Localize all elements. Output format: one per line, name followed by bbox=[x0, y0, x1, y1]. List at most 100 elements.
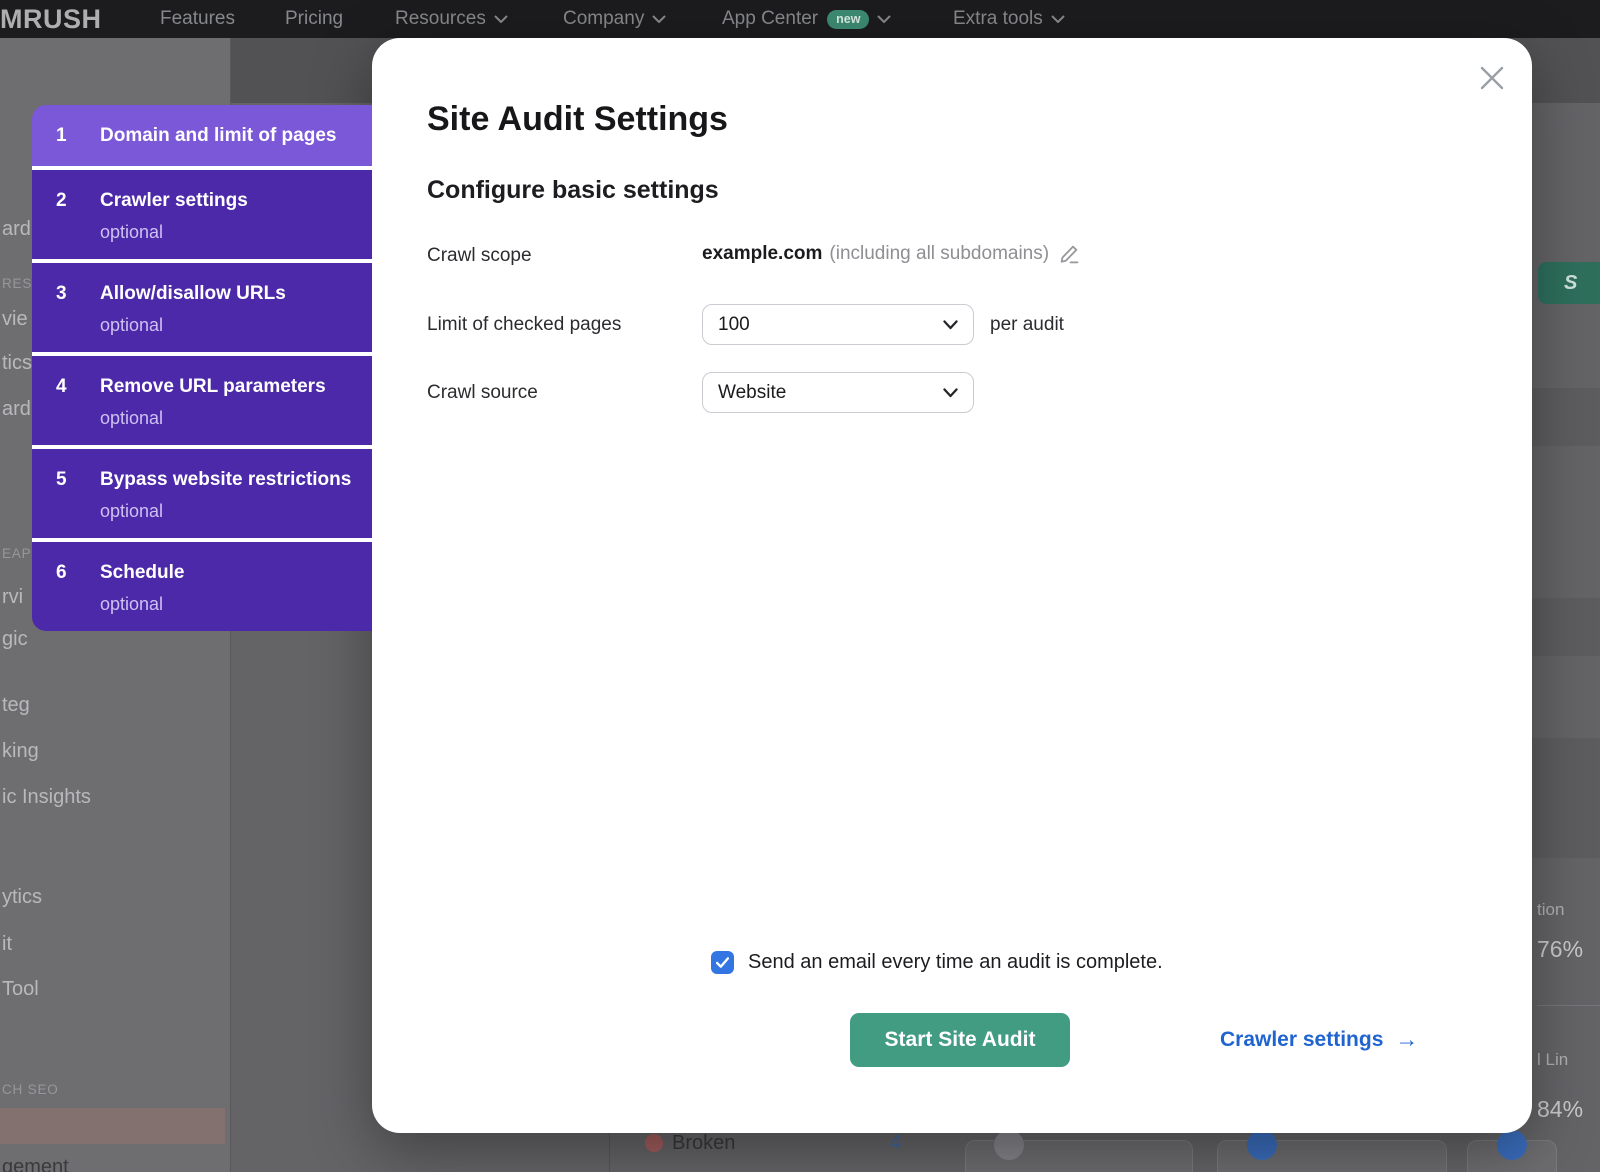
limit-of-checked-pages-label: Limit of checked pages bbox=[427, 314, 621, 336]
sidebar-section-fragment: CH SEO bbox=[2, 1082, 59, 1097]
broken-status-label: Broken bbox=[672, 1132, 735, 1155]
crawl-scope-value: example.com (including all subdomains) bbox=[702, 242, 1082, 266]
new-badge: new bbox=[827, 10, 869, 29]
chevron-down-icon bbox=[877, 15, 891, 23]
start-site-audit-button[interactable]: Start Site Audit bbox=[850, 1013, 1070, 1067]
broken-status-dot bbox=[645, 1134, 663, 1152]
nav-label: Features bbox=[160, 8, 235, 30]
arrow-right-icon: → bbox=[1395, 1026, 1418, 1053]
sidebar-fragment: ic Insights bbox=[2, 786, 91, 809]
close-icon[interactable] bbox=[1476, 63, 1508, 95]
nav-item-extra-tools[interactable]: Extra tools bbox=[953, 0, 1065, 38]
email-checkbox[interactable] bbox=[711, 951, 734, 974]
crawl-source-select[interactable]: Website bbox=[702, 372, 974, 413]
background-partial-button: S bbox=[1538, 262, 1600, 304]
step-number: 6 bbox=[56, 557, 100, 616]
step-optional: optional bbox=[100, 406, 326, 430]
sidebar-fragment: king bbox=[2, 740, 39, 763]
nav-item-features[interactable]: Features bbox=[160, 0, 235, 38]
background-circle-icon bbox=[994, 1130, 1024, 1160]
crawler-settings-link[interactable]: Crawler settings → bbox=[1220, 1026, 1418, 1053]
background-right-fragment: l Lin bbox=[1537, 1050, 1568, 1070]
limit-of-checked-pages-select[interactable]: 100 bbox=[702, 304, 974, 345]
chevron-down-icon bbox=[652, 15, 666, 23]
sidebar-fragment: ard bbox=[2, 398, 31, 421]
step-optional: optional bbox=[100, 220, 248, 244]
step-number: 5 bbox=[56, 464, 100, 523]
sidebar-fragment: teg bbox=[2, 694, 30, 717]
sidebar-fragment: ytics bbox=[2, 886, 42, 909]
nav-label: Company bbox=[563, 8, 644, 30]
section-heading: Configure basic settings bbox=[427, 176, 719, 205]
nav-label: App Center bbox=[722, 8, 818, 30]
step-allow-disallow-urls[interactable]: 3 Allow/disallow URLs optional bbox=[32, 259, 372, 352]
chevron-down-icon bbox=[1051, 15, 1065, 23]
sidebar-fragment: vie bbox=[2, 308, 28, 331]
step-number: 4 bbox=[56, 371, 100, 430]
step-number: 3 bbox=[56, 278, 100, 337]
step-title: Domain and limit of pages bbox=[100, 120, 336, 151]
background-circle-icon bbox=[1497, 1130, 1527, 1160]
edit-icon[interactable] bbox=[1058, 242, 1082, 266]
background-metric: 76% bbox=[1537, 936, 1583, 963]
background-metric: 84% bbox=[1537, 1096, 1583, 1123]
step-schedule[interactable]: 6 Schedule optional bbox=[32, 538, 372, 631]
nav-label: Resources bbox=[395, 8, 486, 30]
select-value: 100 bbox=[718, 314, 750, 336]
sidebar-highlight-row bbox=[0, 1108, 225, 1144]
step-title: Remove URL parameters bbox=[100, 371, 326, 402]
sidebar-fragment: gement bbox=[2, 1156, 69, 1172]
check-icon bbox=[715, 956, 730, 969]
site-audit-settings-modal: Site Audit Settings Configure basic sett… bbox=[372, 38, 1532, 1133]
step-optional: optional bbox=[100, 592, 184, 616]
sidebar-fragment: Tool bbox=[2, 978, 39, 1001]
top-nav: MRUSH Features Pricing Resources Company… bbox=[0, 0, 1600, 38]
background-row-strip bbox=[1532, 738, 1600, 858]
step-number: 1 bbox=[56, 120, 100, 151]
crawl-scope-label: Crawl scope bbox=[427, 245, 532, 267]
nav-item-pricing[interactable]: Pricing bbox=[285, 0, 343, 38]
crawl-source-label: Crawl source bbox=[427, 382, 538, 404]
sidebar-fragment: ard bbox=[2, 218, 31, 241]
step-title: Bypass website restrictions bbox=[100, 464, 351, 495]
step-optional: optional bbox=[100, 313, 286, 337]
nav-item-company[interactable]: Company bbox=[563, 0, 666, 38]
chevron-down-icon bbox=[943, 388, 958, 398]
per-audit-suffix: per audit bbox=[990, 314, 1064, 336]
nav-label: Pricing bbox=[285, 8, 343, 30]
step-remove-url-parameters[interactable]: 4 Remove URL parameters optional bbox=[32, 352, 372, 445]
step-domain-and-limit[interactable]: 1 Domain and limit of pages bbox=[32, 105, 372, 166]
site-audit-wizard-steps: 1 Domain and limit of pages 2 Crawler se… bbox=[32, 105, 372, 631]
sidebar-section-fragment: RES bbox=[2, 276, 32, 291]
sidebar-fragment: gic bbox=[2, 628, 28, 651]
background-row-strip bbox=[1532, 388, 1600, 446]
step-title: Crawler settings bbox=[100, 185, 248, 216]
chevron-down-icon bbox=[943, 320, 958, 330]
chevron-down-icon bbox=[494, 15, 508, 23]
step-number: 2 bbox=[56, 185, 100, 244]
nav-label: Extra tools bbox=[953, 8, 1043, 30]
background-right-fragment: tion bbox=[1537, 900, 1564, 920]
nav-item-resources[interactable]: Resources bbox=[395, 0, 508, 38]
background-divider bbox=[609, 1133, 610, 1172]
sidebar-fragment: it bbox=[2, 933, 12, 956]
step-crawler-settings[interactable]: 2 Crawler settings optional bbox=[32, 166, 372, 259]
logo[interactable]: MRUSH bbox=[0, 0, 102, 38]
modal-title: Site Audit Settings bbox=[427, 100, 728, 139]
background-circle-icon bbox=[1247, 1130, 1277, 1160]
sidebar-fragment: rvi bbox=[2, 586, 23, 609]
step-bypass-website-restrictions[interactable]: 5 Bypass website restrictions optional bbox=[32, 445, 372, 538]
step-optional: optional bbox=[100, 499, 351, 523]
sidebar-section-fragment: EAP bbox=[2, 546, 31, 561]
background-divider bbox=[1537, 1005, 1600, 1006]
step-title: Allow/disallow URLs bbox=[100, 278, 286, 309]
crawl-scope-note: (including all subdomains) bbox=[829, 243, 1049, 265]
crawl-scope-domain: example.com bbox=[702, 243, 822, 265]
select-value: Website bbox=[718, 382, 786, 404]
sidebar-fragment: tics bbox=[2, 352, 32, 375]
email-notification-row: Send an email every time an audit is com… bbox=[711, 951, 1163, 974]
nav-item-app-center[interactable]: App Center new bbox=[722, 0, 891, 38]
crawler-settings-link-label: Crawler settings bbox=[1220, 1028, 1383, 1052]
broken-status-count: 4 bbox=[890, 1132, 901, 1155]
email-checkbox-label: Send an email every time an audit is com… bbox=[748, 951, 1163, 974]
